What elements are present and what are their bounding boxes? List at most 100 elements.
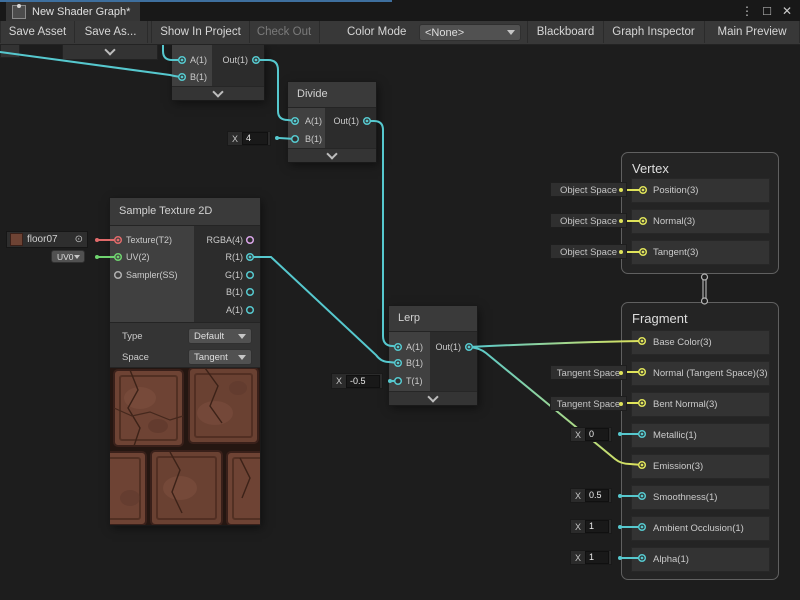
lerp-input-b-label: B(1) bbox=[406, 358, 423, 368]
texture-object-name: floor07 bbox=[27, 234, 58, 245]
alpha-value-field[interactable]: X1 bbox=[570, 550, 612, 565]
dropdown-arrow-icon bbox=[238, 355, 246, 364]
st-type-dropdown[interactable]: Default bbox=[188, 328, 252, 344]
kebab-menu-icon[interactable]: ⋮ bbox=[738, 2, 756, 20]
dropdown-arrow-icon bbox=[74, 255, 80, 262]
lerp-output-label: Out(1) bbox=[435, 342, 461, 352]
fragment-row-alpha[interactable]: Alpha(1) bbox=[631, 547, 770, 572]
lerp-t-value-field[interactable]: X -0.5 bbox=[331, 373, 383, 389]
edge-vertex-fragment-stem bbox=[703, 277, 706, 301]
st-space-label: Space bbox=[122, 353, 149, 363]
divide-output-label: Out(1) bbox=[333, 116, 359, 126]
edge-lerp-to-basecolor bbox=[469, 341, 641, 347]
main-preview-button[interactable]: Main Preview bbox=[705, 21, 800, 43]
ao-value[interactable]: 1 bbox=[585, 520, 609, 533]
fragment-row-smoothness[interactable]: Smoothness(1) bbox=[631, 485, 770, 510]
vertex-tangent-label: Tangent(3) bbox=[653, 241, 769, 264]
fragment-normal-label: Normal (Tangent Space)(3) bbox=[653, 362, 769, 385]
fragment-bentnormal-label: Bent Normal(3) bbox=[653, 393, 769, 416]
st-output-b-label: B(1) bbox=[226, 287, 243, 297]
x-label: X bbox=[571, 553, 585, 563]
fragment-emission-label: Emission(3) bbox=[653, 455, 769, 478]
ao-value-field[interactable]: X1 bbox=[570, 519, 612, 534]
fragment-metallic-label: Metallic(1) bbox=[653, 424, 769, 447]
floor07-texture-field[interactable]: floor07 ⊙ bbox=[6, 231, 88, 248]
save-as-button[interactable]: Save As... bbox=[74, 21, 148, 43]
smoothness-value[interactable]: 0.5 bbox=[585, 489, 609, 502]
fragment-row-ao[interactable]: Ambient Occlusion(1) bbox=[631, 516, 770, 541]
x-label: X bbox=[228, 134, 242, 144]
fragment-block[interactable]: Fragment Base Color(3) Normal (Tangent S… bbox=[621, 302, 779, 580]
vertex-normal-label: Normal(3) bbox=[653, 210, 769, 233]
uv-channel-value: UV0 bbox=[57, 252, 74, 262]
divide-input-b-label: B(1) bbox=[305, 134, 322, 144]
vertex-position-label: Position(3) bbox=[653, 179, 769, 202]
space-port-dot bbox=[619, 402, 623, 406]
close-icon[interactable]: ✕ bbox=[778, 2, 796, 20]
fragment-row-emission[interactable]: Emission(3) bbox=[631, 454, 770, 479]
lerp-input-a-label: A(1) bbox=[406, 342, 423, 352]
fragment-basecolor-label: Base Color(3) bbox=[653, 331, 769, 354]
space-label-fragment-normal: Tangent Space bbox=[550, 365, 627, 380]
vertex-title: Vertex bbox=[622, 153, 778, 176]
node-lerp[interactable]: Lerp A(1) B(1) T(1) Out(1) bbox=[389, 306, 477, 405]
space-label-text: Object Space bbox=[560, 247, 617, 258]
space-port-dot bbox=[619, 371, 623, 375]
st-space-dropdown[interactable]: Tangent bbox=[188, 349, 252, 365]
space-label-text: Object Space bbox=[560, 216, 617, 227]
fragment-row-bentnormal[interactable]: Bent Normal(3) bbox=[631, 392, 770, 417]
st-type-label: Type bbox=[122, 332, 143, 342]
title-bar: New Shader Graph* ⋮ □ ✕ bbox=[0, 0, 800, 21]
object-picker-icon[interactable]: ⊙ bbox=[75, 234, 83, 245]
fragment-row-metallic[interactable]: Metallic(1) bbox=[631, 423, 770, 448]
dot-floor07-field bbox=[95, 238, 99, 242]
add-input-a-label: A(1) bbox=[190, 55, 207, 65]
divide-b-value[interactable]: 4 bbox=[242, 132, 268, 145]
collapse-chevron-icon bbox=[427, 391, 438, 402]
space-port-dot bbox=[619, 188, 623, 192]
show-in-project-button[interactable]: Show In Project bbox=[151, 21, 250, 43]
lerp-t-value[interactable]: -0.5 bbox=[346, 375, 380, 388]
metallic-value-field[interactable]: X0 bbox=[570, 427, 612, 442]
vertex-row-position[interactable]: Position(3) bbox=[631, 178, 770, 203]
tab-title: New Shader Graph* bbox=[32, 6, 130, 18]
smoothness-value-field[interactable]: X0.5 bbox=[570, 488, 612, 503]
lerp-collapse-row[interactable] bbox=[389, 391, 477, 405]
partial-node-collapse-row[interactable] bbox=[62, 44, 158, 60]
dropdown-arrow-icon bbox=[238, 334, 246, 343]
st-output-rgba-label: RGBA(4) bbox=[206, 235, 243, 245]
add-collapse-row[interactable] bbox=[172, 86, 264, 100]
st-type-value: Default bbox=[194, 331, 224, 342]
save-asset-button[interactable]: Save Asset bbox=[0, 21, 75, 43]
tab-new-shader-graph[interactable]: New Shader Graph* bbox=[6, 2, 140, 21]
partial-node-fragment bbox=[0, 44, 20, 58]
node-divide[interactable]: Divide A(1) B(1) Out(1) bbox=[288, 82, 376, 162]
alpha-value[interactable]: 1 bbox=[585, 551, 609, 564]
fragment-smoothness-label: Smoothness(1) bbox=[653, 486, 769, 509]
color-mode-dropdown[interactable]: <None> bbox=[419, 24, 521, 41]
uv-channel-dropdown[interactable]: UV0 bbox=[51, 250, 85, 263]
blackboard-button[interactable]: Blackboard bbox=[527, 21, 604, 43]
node-add[interactable]: A(1) B(1) Out(1) bbox=[172, 44, 264, 100]
x-label: X bbox=[571, 430, 585, 440]
fragment-title: Fragment bbox=[622, 303, 778, 326]
check-out-button[interactable]: Check Out bbox=[249, 21, 320, 43]
vertex-row-normal[interactable]: Normal(3) bbox=[631, 209, 770, 234]
shader-graph-icon bbox=[12, 5, 26, 19]
shader-graph-window: A(1) B(1) Out(1) Divide A(1) B(1) Out(1)… bbox=[0, 0, 800, 600]
fragment-row-basecolor[interactable]: Base Color(3) bbox=[631, 330, 770, 355]
collapse-chevron-icon bbox=[104, 44, 115, 55]
x-label: X bbox=[571, 491, 585, 501]
edge-sampletexture-r-to-lerp-b bbox=[250, 257, 398, 363]
collapse-chevron-icon bbox=[212, 86, 223, 97]
metallic-value[interactable]: 0 bbox=[585, 428, 609, 441]
vertex-block[interactable]: Vertex Position(3) Normal(3) Tangent(3) bbox=[621, 152, 779, 274]
vertex-row-tangent[interactable]: Tangent(3) bbox=[631, 240, 770, 265]
maximize-icon[interactable]: □ bbox=[758, 2, 776, 20]
node-sample-texture-2d[interactable]: Sample Texture 2D Texture(T2) UV(2) Samp… bbox=[110, 198, 260, 525]
graph-inspector-button[interactable]: Graph Inspector bbox=[603, 21, 705, 43]
color-mode-label: Color Mode bbox=[347, 21, 406, 43]
fragment-row-normal[interactable]: Normal (Tangent Space)(3) bbox=[631, 361, 770, 386]
divide-collapse-row[interactable] bbox=[288, 148, 376, 162]
divide-b-value-field[interactable]: X 4 bbox=[227, 131, 271, 146]
